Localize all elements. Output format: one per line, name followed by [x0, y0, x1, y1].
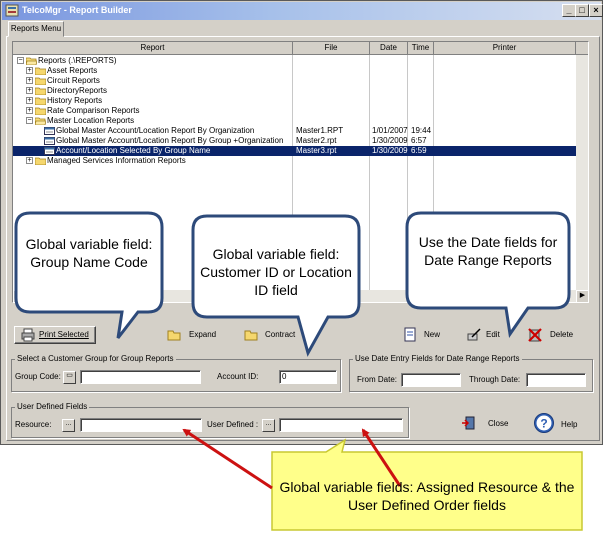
tab-reports-menu[interactable]: Reports Menu: [8, 21, 64, 37]
callout-date-fields-bubble: [405, 211, 571, 338]
callout-customer-id-text: Global variable field: Customer ID or Lo…: [200, 246, 352, 298]
callout-date-fields-text: Use the Date fields for Date Range Repor…: [418, 234, 558, 268]
callout-bottom-text: Global variable fields: Assigned Resourc…: [279, 479, 575, 513]
arrow-to-resource-field: [182, 428, 273, 490]
callout-group-name-bubble: [14, 211, 164, 339]
callout-group-name-text: Global variable field: Group Name Code: [25, 236, 153, 270]
